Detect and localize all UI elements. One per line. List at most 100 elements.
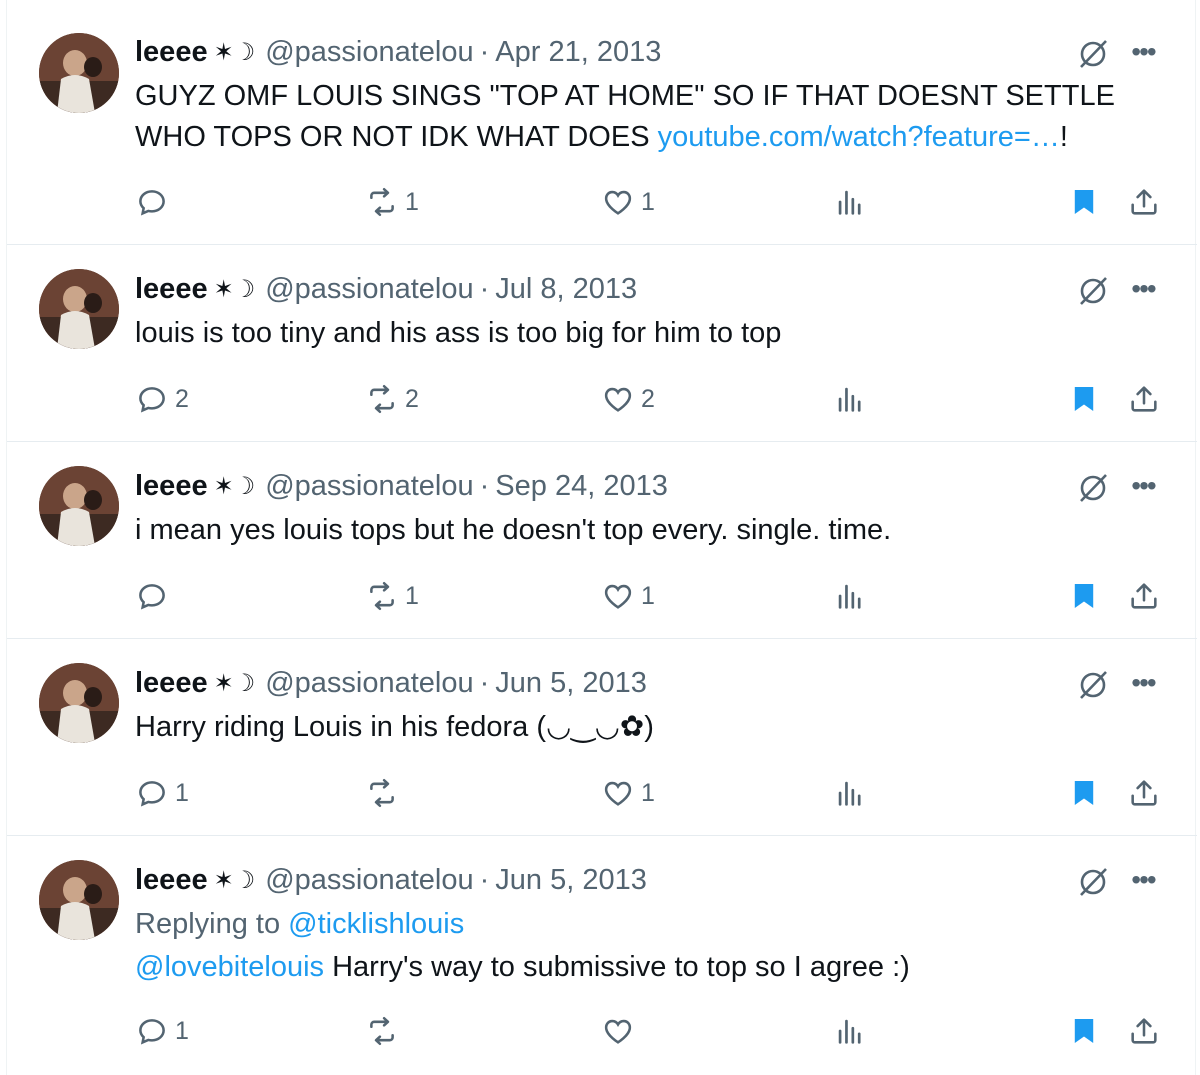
share-button[interactable] — [1127, 576, 1161, 616]
like-button[interactable]: 1 — [601, 182, 655, 222]
reply-button[interactable]: 1 — [135, 773, 189, 813]
mention-link[interactable]: @lovebitelouis — [135, 951, 324, 983]
tweet[interactable]: leeee ✶☽ @passionatelou · Sep 24, 2013 •… — [7, 442, 1197, 639]
share-icon — [1131, 386, 1157, 412]
tweet-actions: 2 2 2 — [7, 379, 1197, 419]
name-badge: ✶☽ — [213, 38, 256, 66]
bookmark-button[interactable] — [1067, 1011, 1101, 1051]
tweet[interactable]: leeee ✶☽ @passionatelou · Apr 21, 2013 •… — [7, 0, 1197, 245]
more-icon[interactable]: ••• — [1125, 271, 1161, 307]
retweet-button[interactable] — [365, 1011, 405, 1051]
grok-icon[interactable] — [1075, 667, 1111, 703]
reply-count: 1 — [175, 1016, 189, 1045]
reply-icon — [139, 1019, 165, 1045]
views-button[interactable] — [833, 182, 867, 222]
user-handle[interactable]: @passionatelou — [265, 864, 473, 897]
bookmark-button[interactable] — [1067, 182, 1101, 222]
display-name[interactable]: leeee — [135, 273, 208, 306]
bookmark-icon — [1074, 386, 1094, 412]
tweet-actions: 1 1 — [7, 773, 1197, 813]
display-name[interactable]: leeee — [135, 36, 208, 69]
grok-icon[interactable] — [1075, 273, 1111, 309]
display-name[interactable]: leeee — [135, 864, 208, 897]
name-badge: ✶☽ — [213, 472, 256, 500]
like-button[interactable]: 1 — [601, 576, 655, 616]
bookmark-icon — [1074, 1018, 1094, 1044]
like-count: 1 — [641, 778, 655, 807]
tweet-header: leeee ✶☽ @passionatelou · Apr 21, 2013 — [135, 34, 661, 70]
more-icon[interactable]: ••• — [1125, 34, 1161, 70]
tweet-date[interactable]: Jun 5, 2013 — [495, 864, 647, 897]
bookmark-button[interactable] — [1067, 773, 1101, 813]
share-button[interactable] — [1127, 773, 1161, 813]
share-button[interactable] — [1127, 182, 1161, 222]
retweet-count: 1 — [405, 187, 419, 216]
more-icon[interactable]: ••• — [1125, 665, 1161, 701]
tweet-date[interactable]: Sep 24, 2013 — [495, 470, 668, 503]
avatar[interactable] — [39, 269, 119, 349]
retweet-button[interactable]: 1 — [365, 576, 419, 616]
retweet-button[interactable] — [365, 773, 405, 813]
retweet-button[interactable]: 2 — [365, 379, 419, 419]
reply-icon — [139, 190, 165, 216]
display-name[interactable]: leeee — [135, 470, 208, 503]
like-count: 1 — [641, 187, 655, 216]
grok-icon[interactable] — [1075, 36, 1111, 72]
more-icon[interactable]: ••• — [1125, 862, 1161, 898]
replying-to-handle[interactable]: @ticklishlouis — [288, 908, 464, 940]
user-handle[interactable]: @passionatelou — [265, 470, 473, 503]
tweet-date[interactable]: Jun 5, 2013 — [495, 667, 647, 700]
tweet-text: i mean yes louis tops but he doesn't top… — [135, 514, 892, 546]
tweet-link[interactable]: youtube.com/watch?feature=… — [658, 121, 1060, 153]
avatar[interactable] — [39, 33, 119, 113]
tweet-actions: 1 1 — [7, 576, 1197, 616]
display-name[interactable]: leeee — [135, 667, 208, 700]
tweet-text: @lovebitelouis Harry's way to submissive… — [135, 947, 1135, 988]
bookmark-button[interactable] — [1067, 576, 1101, 616]
grok-icon[interactable] — [1075, 864, 1111, 900]
user-handle[interactable]: @passionatelou — [265, 667, 473, 700]
tweet-text: Harry riding Louis in his fedora (◡‿◡✿) — [135, 711, 654, 743]
bookmark-button[interactable] — [1067, 379, 1101, 419]
avatar[interactable] — [39, 860, 119, 940]
replying-to-label: Replying to — [135, 908, 289, 940]
reply-count: 1 — [175, 778, 189, 807]
avatar[interactable] — [39, 466, 119, 546]
views-icon — [838, 584, 861, 609]
bookmark-icon — [1074, 583, 1094, 609]
retweet-count: 2 — [405, 384, 419, 413]
tweet-actions: 1 — [7, 1011, 1197, 1051]
views-button[interactable] — [833, 773, 867, 813]
like-button[interactable] — [601, 1011, 641, 1051]
tweet-date[interactable]: Jul 8, 2013 — [495, 273, 637, 306]
bookmark-icon — [1074, 189, 1094, 215]
reply-button[interactable] — [135, 576, 175, 616]
tweet[interactable]: leeee ✶☽ @passionatelou · Jun 5, 2013 ••… — [7, 836, 1197, 1075]
heart-icon — [604, 584, 632, 609]
replying-to: Replying to @ticklishlouis — [135, 904, 464, 945]
views-button[interactable] — [833, 576, 867, 616]
reply-button[interactable]: 2 — [135, 379, 189, 419]
views-button[interactable] — [833, 379, 867, 419]
views-button[interactable] — [833, 1011, 867, 1051]
retweet-button[interactable]: 1 — [365, 182, 419, 222]
separator-dot: · — [479, 666, 490, 699]
user-handle[interactable]: @passionatelou — [265, 273, 473, 306]
user-handle[interactable]: @passionatelou — [265, 36, 473, 69]
tweet[interactable]: leeee ✶☽ @passionatelou · Jul 8, 2013 ••… — [7, 245, 1197, 442]
tweet-date[interactable]: Apr 21, 2013 — [495, 36, 661, 69]
avatar[interactable] — [39, 663, 119, 743]
share-icon — [1131, 1018, 1157, 1044]
retweet-icon — [370, 581, 394, 611]
reply-button[interactable] — [135, 182, 175, 222]
like-button[interactable]: 2 — [601, 379, 655, 419]
share-button[interactable] — [1127, 379, 1161, 419]
grok-icon[interactable] — [1075, 470, 1111, 506]
reply-button[interactable]: 1 — [135, 1011, 189, 1051]
views-icon — [838, 387, 861, 412]
tweet[interactable]: leeee ✶☽ @passionatelou · Jun 5, 2013 ••… — [7, 639, 1197, 836]
retweet-icon — [370, 778, 394, 808]
like-button[interactable]: 1 — [601, 773, 655, 813]
more-icon[interactable]: ••• — [1125, 468, 1161, 504]
share-button[interactable] — [1127, 1011, 1161, 1051]
